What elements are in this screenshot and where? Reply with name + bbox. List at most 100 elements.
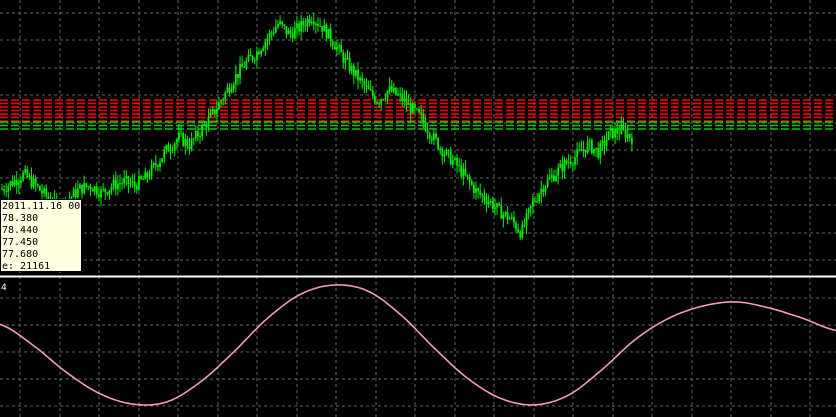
candle-body: [241, 64, 244, 67]
candle-body: [11, 181, 14, 186]
candle-body: [403, 98, 406, 102]
candle-body: [293, 28, 296, 39]
candle-body: [43, 188, 46, 194]
candle-body: [167, 145, 170, 152]
candle-body: [460, 165, 463, 177]
candle-body: [369, 89, 372, 91]
candle-body: [357, 69, 359, 81]
candle-body: [194, 130, 197, 139]
candle-body: [95, 186, 98, 195]
candle-body: [24, 169, 27, 173]
candle-body: [215, 109, 218, 115]
candle-body: [565, 160, 568, 164]
candle-body: [41, 190, 43, 194]
candle-body: [553, 175, 555, 181]
candle-body: [26, 169, 29, 177]
tooltip-volume: e: 21161: [2, 261, 51, 272]
candle-body: [485, 200, 488, 205]
candle-body: [502, 214, 505, 219]
candle-body: [414, 103, 416, 109]
candle-body: [477, 188, 480, 191]
candle-body: [93, 186, 96, 192]
candle-body: [197, 130, 199, 137]
candle-body: [384, 98, 387, 100]
candle-body: [287, 30, 290, 35]
candle-body: [213, 109, 216, 115]
candle-body: [285, 26, 288, 35]
candle-body: [45, 188, 48, 197]
candle-body: [624, 128, 627, 138]
candle-body: [76, 188, 79, 198]
candle-body: [382, 99, 385, 101]
candle-body: [302, 21, 305, 26]
candle-body: [218, 102, 220, 110]
data-window-tooltip: 2011.11.16 00:00 78.380 78.440 77.450 77…: [0, 199, 82, 272]
candle-body: [142, 178, 145, 180]
candle-body: [582, 149, 585, 152]
candle-body: [409, 103, 412, 114]
candle-body: [392, 87, 395, 92]
candle-body: [327, 28, 330, 39]
tooltip-date: 2011.11.16 00:00: [2, 201, 81, 212]
candle-body: [542, 188, 545, 192]
candle-body: [590, 140, 593, 154]
candle-body: [5, 190, 8, 192]
candle-body: [540, 188, 543, 195]
candle-body: [378, 103, 380, 105]
candle-body: [74, 189, 77, 198]
candle-body: [180, 132, 182, 134]
candle-body: [470, 181, 473, 185]
candle-body: [283, 24, 286, 27]
candle-body: [468, 176, 471, 182]
candle-body: [325, 24, 328, 39]
candle-body: [125, 176, 128, 179]
candle-body: [9, 181, 12, 186]
candle-body: [451, 159, 454, 165]
candle-body: [121, 183, 123, 185]
tooltip-high: 78.440: [2, 225, 39, 236]
candle-body: [32, 178, 35, 188]
candle-body: [510, 217, 513, 219]
candle-body: [310, 21, 313, 24]
candle-body: [555, 175, 557, 181]
candle-body: [428, 133, 431, 139]
indicator-window-label: 4: [1, 283, 7, 293]
candle-body: [203, 124, 206, 126]
candle-body: [110, 186, 113, 190]
candle-body: [270, 32, 273, 34]
candle-body: [630, 137, 633, 144]
candle-body: [443, 154, 446, 157]
candle-body: [222, 99, 225, 101]
candle-body: [13, 179, 16, 186]
candle-body: [1, 189, 3, 191]
candle-body: [390, 85, 393, 92]
candle-body: [175, 139, 178, 144]
candle-body: [472, 184, 475, 193]
candle-body: [91, 188, 94, 192]
candle-body: [397, 94, 399, 96]
candle-body: [491, 201, 494, 209]
candle-body: [584, 149, 587, 153]
candle-body: [274, 27, 277, 33]
candle-body: [572, 164, 574, 166]
candle-body: [209, 112, 212, 117]
candle-body: [359, 77, 362, 81]
candle-body: [163, 150, 166, 159]
candle-body: [420, 112, 423, 114]
candle-body: [498, 203, 501, 205]
candle-body: [83, 183, 86, 194]
candle-body: [262, 48, 265, 51]
candle-body: [245, 60, 248, 68]
candle-body: [188, 146, 191, 150]
candle-body: [534, 200, 536, 202]
candle-body: [550, 175, 553, 178]
candle-body: [272, 32, 275, 34]
chart-canvas[interactable]: [0, 0, 836, 417]
candle-body: [314, 23, 317, 25]
candle-body: [616, 128, 619, 134]
candle-body: [190, 138, 193, 150]
candle-body: [123, 178, 126, 184]
candle-body: [298, 23, 300, 32]
candle-body: [603, 140, 606, 146]
candle-body: [260, 50, 263, 55]
